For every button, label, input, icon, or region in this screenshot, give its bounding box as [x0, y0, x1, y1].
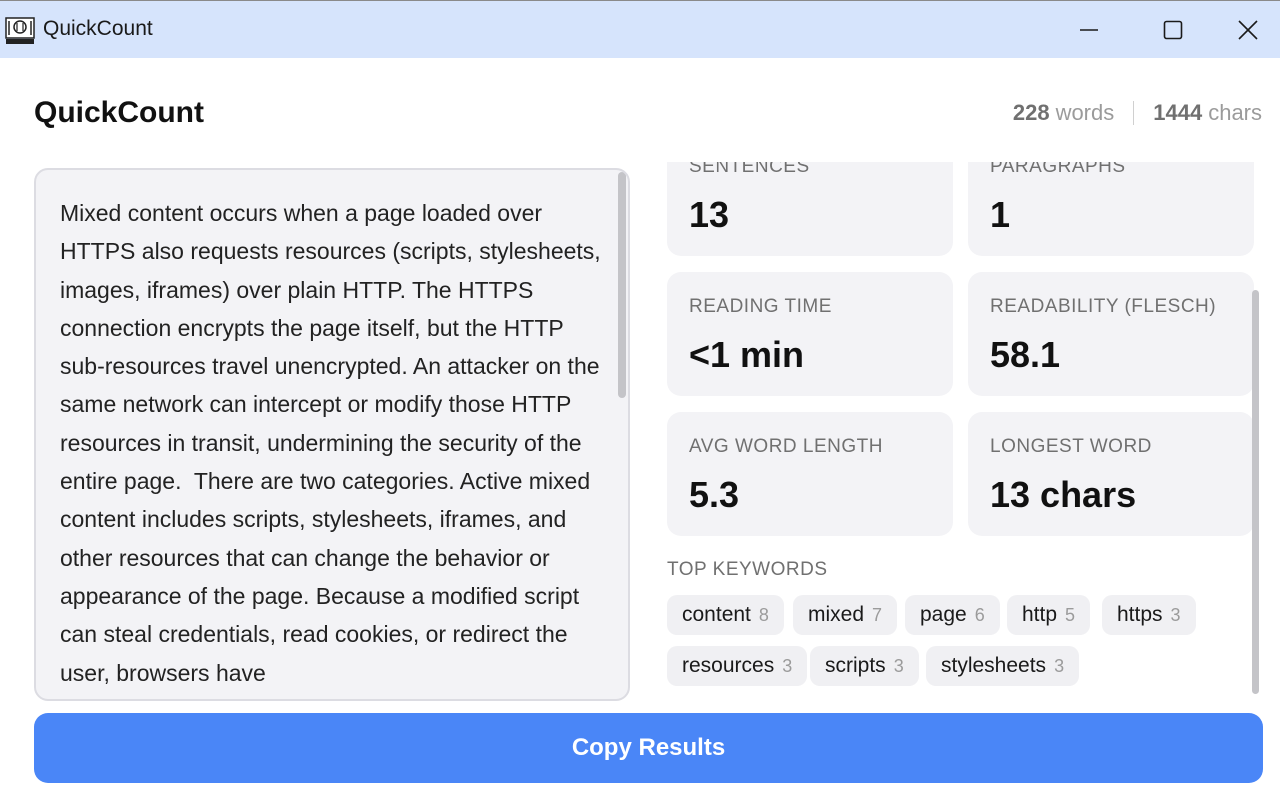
minimize-button[interactable] [1047, 1, 1131, 59]
editor-scrollbar[interactable] [618, 172, 626, 398]
keyword-word: http [1022, 603, 1058, 626]
keyword-chip[interactable]: scripts 3 [810, 646, 919, 686]
summary-divider [1133, 101, 1135, 125]
minimize-icon [1080, 29, 1098, 31]
char-count: 1444 [1153, 100, 1203, 125]
stat-label: SENTENCES [689, 162, 810, 177]
keyword-count: 6 [974, 604, 985, 625]
keyword-word: content [682, 603, 751, 626]
stats-summary: 228 words 1444 chars [1013, 100, 1262, 126]
stat-card-paragraphs: PARAGRAPHS 1 [968, 162, 1254, 256]
stat-label: PARAGRAPHS [990, 162, 1126, 177]
stat-value: 13 chars [990, 474, 1137, 515]
keyword-chip[interactable]: stylesheets 3 [926, 646, 1080, 686]
word-unit: words [1055, 100, 1115, 125]
stat-card-avg-word-length: AVG WORD LENGTH 5.3 [667, 412, 953, 536]
keyword-chip[interactable]: http 5 [1007, 595, 1091, 635]
window-title: QuickCount [43, 17, 153, 40]
char-unit: chars [1208, 100, 1262, 125]
app-logo-icon [5, 17, 35, 44]
stat-value: 1 [990, 194, 1011, 235]
copy-results-button[interactable]: Copy Results [34, 713, 1263, 783]
close-icon [1237, 20, 1258, 40]
word-count: 228 [1012, 100, 1050, 125]
keyword-count: 3 [893, 655, 904, 676]
keyword-word: resources [682, 654, 775, 677]
keyword-chip[interactable]: page 6 [905, 595, 1000, 635]
keywords-heading: TOP KEYWORDS [667, 559, 828, 580]
text-input-area[interactable]: Mixed content occurs when a page loaded … [34, 168, 630, 701]
keyword-word: https [1117, 603, 1163, 626]
stat-value: <1 min [689, 334, 805, 375]
stats-scrollbar[interactable] [1252, 290, 1259, 694]
stat-card-sentences: SENTENCES 13 [667, 162, 953, 256]
stat-card-reading-time: READING TIME <1 min [667, 272, 953, 396]
stat-card-readability: READABILITY (FLESCH) 58.1 [968, 272, 1254, 396]
editor-text[interactable]: Mixed content occurs when a page loaded … [60, 194, 608, 692]
maximize-icon [1163, 20, 1183, 40]
stat-label: LONGEST WORD [990, 436, 1152, 457]
stat-label: READING TIME [689, 296, 832, 317]
title-bar: QuickCount [0, 0, 1280, 58]
keyword-chip[interactable]: content 8 [667, 595, 784, 635]
stat-value: 58.1 [990, 334, 1061, 375]
keyword-chip[interactable]: mixed 7 [793, 595, 898, 635]
keyword-word: scripts [825, 654, 886, 677]
keyword-count: 8 [758, 604, 769, 625]
stat-label: READABILITY (FLESCH) [990, 296, 1217, 317]
stat-card-longest-word: LONGEST WORD 13 chars [968, 412, 1254, 536]
keyword-chip[interactable]: resources 3 [667, 646, 808, 686]
stat-value: 13 [689, 194, 730, 235]
close-button[interactable] [1215, 1, 1280, 59]
keyword-count: 5 [1065, 604, 1076, 625]
page-title: QuickCount [34, 96, 204, 129]
keyword-word: mixed [808, 603, 865, 626]
keyword-count: 3 [1054, 655, 1065, 676]
keyword-word: stylesheets [941, 654, 1047, 677]
stats-panel: SENTENCES 13 PARAGRAPHS 1 READING TIME <… [654, 162, 1266, 694]
keyword-count: 3 [1170, 604, 1181, 625]
keyword-word: page [920, 603, 967, 626]
keyword-count: 7 [872, 604, 883, 625]
keyword-count: 3 [782, 655, 793, 676]
keyword-chip[interactable]: https 3 [1102, 595, 1196, 635]
copy-results-label: Copy Results [571, 734, 726, 761]
stat-label: AVG WORD LENGTH [689, 436, 883, 457]
maximize-button[interactable] [1131, 1, 1215, 59]
stat-value: 5.3 [689, 474, 740, 515]
